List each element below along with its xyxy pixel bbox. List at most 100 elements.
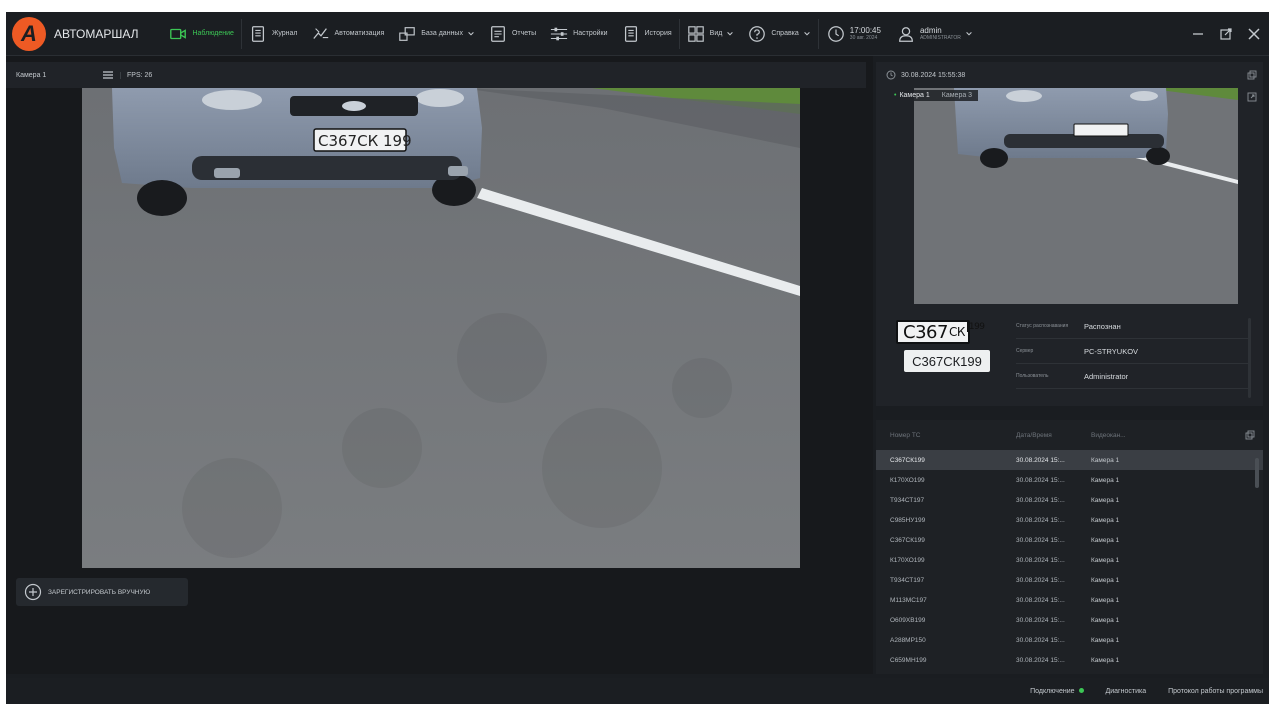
menu-reports[interactable]: Отчеты xyxy=(482,12,543,56)
info-key: Пользователь xyxy=(1016,373,1049,379)
add-circle-icon xyxy=(24,583,42,601)
menu-help-label: Справка xyxy=(771,30,799,37)
recognition-datetime: 30.08.2024 15:55:38 xyxy=(901,71,966,79)
settings-sliders-icon xyxy=(551,27,568,40)
connection-indicator-icon xyxy=(1078,687,1084,693)
cell-datetime: 30.08.2024 15:... xyxy=(1016,576,1065,584)
cell-channel: Камера 1 xyxy=(1091,596,1120,604)
snapshot-image[interactable] xyxy=(914,88,1238,304)
menu-settings[interactable]: Настройки xyxy=(543,12,614,56)
restore-window-icon[interactable] xyxy=(1219,27,1233,41)
info-value: PC-STRYUKOV xyxy=(1084,346,1139,356)
cell-datetime: 30.08.2024 15:... xyxy=(1016,456,1065,464)
chevron-down-icon xyxy=(468,31,474,36)
table-row[interactable]: Т934СТ197 30.08.2024 15:... Камера 1 xyxy=(876,570,1263,590)
chevron-down-icon xyxy=(727,31,734,36)
cell-datetime: 30.08.2024 15:... xyxy=(1016,496,1065,504)
table-row[interactable]: С367СК199 30.08.2024 15:... Камера 1 xyxy=(876,450,1263,470)
live-view-header: Камера 1 FPS: 26 xyxy=(6,62,866,88)
table-scrollbar[interactable] xyxy=(1255,458,1259,488)
events-table: Номер ТС Дата/Время Видеокан... С367СК19… xyxy=(876,420,1263,674)
fps-counter: FPS: 26 xyxy=(120,71,152,79)
info-value: Administrator xyxy=(1084,371,1129,381)
cell-plate: Т934СТ197 xyxy=(890,496,925,504)
column-videochannel[interactable]: Видеокан... xyxy=(1091,432,1211,439)
app-logo-icon xyxy=(12,16,46,51)
user-icon xyxy=(899,26,913,42)
table-row[interactable]: Т934СТ197 30.08.2024 15:... Камера 1 xyxy=(876,490,1263,510)
clock-time: 17:00:45 xyxy=(849,26,881,35)
tab-camera-3[interactable]: Камера 3 xyxy=(935,90,979,101)
register-manually-label: ЗАРЕГИСТРИРОВАТЬ ВРУЧНУЮ xyxy=(48,588,151,596)
menu-view[interactable]: Вид xyxy=(680,12,742,56)
menu-database[interactable]: База данных xyxy=(391,12,482,56)
copy-icon[interactable] xyxy=(1245,430,1255,440)
clock-icon xyxy=(886,70,896,80)
register-manually-button[interactable]: ЗАРЕГИСТРИРОВАТЬ ВРУЧНУЮ xyxy=(16,578,188,606)
menu-history-label: История xyxy=(644,30,672,37)
app-window: АВТОМАРШАЛ Наблюдение Журнал Автоматизац… xyxy=(6,12,1269,704)
cell-plate: С367СК199 xyxy=(890,456,925,464)
tab-camera-1[interactable]: Камера 1 xyxy=(888,90,936,101)
minimize-icon[interactable] xyxy=(1191,27,1205,41)
menu-history[interactable]: История xyxy=(615,12,679,56)
cell-channel: Камера 1 xyxy=(1091,456,1120,464)
info-row-user: Пользователь Administrator xyxy=(1016,364,1250,389)
journal-icon xyxy=(251,25,264,42)
cell-channel: Камера 1 xyxy=(1091,636,1120,644)
menu-reports-label: Отчеты xyxy=(511,30,537,37)
clock-icon xyxy=(827,25,844,42)
plate-crop-image: С367 СК 199 xyxy=(896,320,985,344)
clock: 17:00:45 30 авг. 2024 xyxy=(819,25,889,43)
menu-automation[interactable]: Автоматизация xyxy=(305,12,392,56)
road-scene: С367СК 199 xyxy=(82,88,800,568)
recognition-header: 30.08.2024 15:55:38 xyxy=(876,62,1263,88)
table-row[interactable]: С985НУ199 30.08.2024 15:... Камера 1 xyxy=(876,510,1263,530)
plate-crop-letters: СК xyxy=(948,325,965,339)
table-row[interactable]: С367СК199 30.08.2024 15:... Камера 1 xyxy=(876,530,1263,550)
cell-channel: Камера 1 xyxy=(1091,516,1120,524)
info-key: Сервер xyxy=(1016,348,1034,354)
table-row[interactable]: А288МР150 30.08.2024 15:... Камера 1 xyxy=(876,630,1263,650)
cell-datetime: 30.08.2024 15:... xyxy=(1016,656,1065,664)
snapshot-scene xyxy=(914,88,1238,304)
table-row[interactable]: О609ХВ199 30.08.2024 15:... Камера 1 xyxy=(876,610,1263,630)
user-menu[interactable]: admin ADMINISTRATOR xyxy=(889,25,981,43)
menu-automation-label: Автоматизация xyxy=(334,30,385,37)
app-name: АВТОМАРШАЛ xyxy=(54,26,139,41)
table-row[interactable]: М113МС197 30.08.2024 15:... Камера 1 xyxy=(876,590,1263,610)
table-row[interactable]: С659МН199 30.08.2024 15:... Камера 1 xyxy=(876,650,1263,670)
menu-database-label: База данных xyxy=(421,30,463,37)
table-row[interactable]: К170ХО199 30.08.2024 15:... Камера 1 xyxy=(876,550,1263,570)
info-scrollbar[interactable] xyxy=(1248,318,1251,398)
menu-help[interactable]: Справка xyxy=(741,12,817,56)
report-icon xyxy=(491,25,505,42)
camera-video-feed[interactable]: С367СК 199 xyxy=(82,88,800,568)
recognized-plate: С367СК199 xyxy=(904,350,990,372)
camera-name: Камера 1 xyxy=(16,71,47,79)
menu-journal[interactable]: Журнал xyxy=(242,12,305,56)
copy-icon[interactable] xyxy=(1247,70,1257,80)
menu-surveillance[interactable]: Наблюдение xyxy=(162,12,240,56)
connection-status[interactable]: Подключение xyxy=(1030,687,1084,695)
car-plate-text: С367СК 199 xyxy=(318,132,412,150)
expand-icon[interactable] xyxy=(1247,92,1257,102)
protocol-link[interactable]: Протокол работы программы xyxy=(1168,688,1263,695)
menu-view-label: Вид xyxy=(709,30,723,37)
column-plate[interactable]: Номер ТС xyxy=(876,432,1016,439)
clock-date: 30 авг. 2024 xyxy=(849,35,878,41)
diagnostics-link[interactable]: Диагностика xyxy=(1106,688,1147,695)
menu-hamburger-icon[interactable] xyxy=(102,69,114,81)
cell-plate: М113МС197 xyxy=(890,596,927,604)
cell-datetime: 30.08.2024 15:... xyxy=(1016,476,1065,484)
info-key: Статус распознавания xyxy=(1016,323,1069,329)
menu-journal-label: Журнал xyxy=(271,30,298,37)
cell-channel: Камера 1 xyxy=(1091,556,1120,564)
close-icon[interactable] xyxy=(1247,27,1261,41)
column-datetime[interactable]: Дата/Время xyxy=(1016,432,1091,439)
database-icon xyxy=(399,26,416,41)
table-body: С367СК199 30.08.2024 15:... Камера 1 К170Х… xyxy=(876,450,1263,670)
cell-channel: Камера 1 xyxy=(1091,616,1120,624)
status-bar: Подключение Диагностика Протокол работы … xyxy=(6,678,1269,704)
table-row[interactable]: К170ХО199 30.08.2024 15:... Камера 1 xyxy=(876,470,1263,490)
